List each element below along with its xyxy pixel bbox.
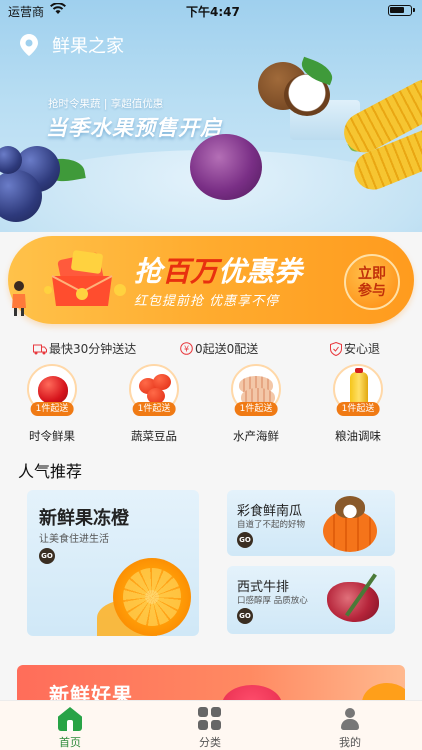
hero-banner[interactable]: 运营商 下午4:47 鲜果之家 抢时令果蔬 | 享超值优惠 当季水果预售开启	[0, 0, 422, 232]
shield-check-icon	[330, 341, 342, 356]
join-button[interactable]: 立即 参与	[344, 254, 400, 310]
hero-subtitle: 抢时令果蔬 | 享超值优惠	[48, 98, 164, 110]
coupon-title: 抢百万优惠券	[134, 255, 303, 288]
category-label: 水产海鲜	[233, 429, 279, 443]
min-order-badge: 1件起送	[30, 402, 74, 416]
svg-text:¥: ¥	[184, 345, 189, 354]
card-subtitle: 让美食住进生活	[39, 534, 109, 545]
dog-icon	[335, 496, 365, 518]
min-order-badge: 1件起送	[336, 402, 380, 416]
promo-card-orange[interactable]: 新鲜果冻橙 让美食住进生活 GO	[27, 490, 199, 636]
tab-bar: 首页 分类 我的	[0, 700, 422, 750]
promo-card-steak[interactable]: 西式牛排 口感醇厚 品质放心 GO	[227, 566, 395, 634]
location-name: 鲜果之家	[52, 36, 124, 57]
category-grain-oil[interactable]: 1件起送 粮油调味	[318, 364, 398, 444]
feature-safe-refund: 安心退	[330, 340, 380, 357]
tab-profile[interactable]: 我的	[320, 707, 380, 750]
tab-label: 我的	[339, 736, 361, 749]
oil-bottle-icon	[350, 368, 368, 406]
feature-free-delivery: ¥ 0起送0配送	[180, 340, 258, 357]
join-button-line2: 参与	[358, 283, 386, 299]
yuan-icon: ¥	[180, 342, 193, 355]
grid-icon	[198, 707, 222, 731]
fresh-fruit-banner[interactable]: 新鲜好果	[17, 665, 405, 705]
card-subtitle: 口感醇厚 品质放心	[237, 596, 308, 606]
category-fruit[interactable]: 1件起送 时令鲜果	[12, 364, 92, 444]
category-label: 粮油调味	[335, 429, 381, 443]
tab-label: 首页	[59, 736, 81, 749]
home-icon	[58, 707, 82, 731]
orange-slice-icon	[113, 558, 191, 636]
clock: 下午4:47	[186, 5, 240, 19]
tab-label: 分类	[199, 736, 221, 749]
category-label: 时令鲜果	[29, 429, 75, 443]
category-seafood[interactable]: 1件起送 水产海鲜	[216, 364, 296, 444]
join-button-line1: 立即	[358, 266, 386, 282]
coupon-banner[interactable]: 抢百万优惠券 红包提前抢 优惠享不停 立即 参与	[8, 236, 414, 324]
coupon-title-highlight: 百万	[162, 255, 219, 288]
card-title: 新鲜果冻橙	[39, 508, 129, 529]
location-selector[interactable]: 鲜果之家	[20, 32, 124, 58]
cabbage-icon	[190, 134, 262, 200]
promo-card-pumpkin[interactable]: 彩食鲜南瓜 自道了不起的好物 GO	[227, 490, 395, 556]
card-subtitle: 自道了不起的好物	[237, 520, 306, 530]
carrier-label: 运营商	[8, 5, 45, 19]
red-envelope-icon	[44, 250, 126, 306]
category-label: 蔬菜豆品	[131, 429, 177, 443]
user-icon	[338, 707, 362, 731]
go-button[interactable]: GO	[237, 608, 253, 624]
tab-home[interactable]: 首页	[40, 707, 100, 750]
battery-icon	[388, 5, 415, 16]
person-icon	[12, 281, 26, 316]
popular-section-title: 人气推荐	[18, 462, 83, 481]
tab-category[interactable]: 分类	[180, 707, 240, 750]
apple-icon	[38, 376, 68, 404]
location-pin-icon	[20, 34, 38, 56]
wifi-icon	[50, 2, 66, 18]
feature-fast-delivery: 最快30分钟送达	[33, 340, 136, 357]
min-order-badge: 1件起送	[234, 402, 278, 416]
hero-title: 当季水果预售开启	[46, 116, 222, 140]
min-order-badge: 1件起送	[132, 402, 176, 416]
go-button[interactable]: GO	[39, 548, 55, 564]
go-button[interactable]: GO	[237, 532, 253, 548]
coupon-subtitle: 红包提前抢 优惠享不停	[134, 294, 280, 309]
feature-label: 安心退	[344, 342, 381, 356]
card-title: 西式牛排	[237, 580, 290, 595]
service-features: 最快30分钟送达 ¥ 0起送0配送 安心退	[0, 338, 422, 358]
delivery-truck-icon	[33, 344, 47, 354]
card-title: 彩食鲜南瓜	[237, 504, 303, 519]
feature-label: 0起送0配送	[195, 342, 259, 356]
feature-label: 最快30分钟送达	[49, 342, 137, 356]
category-vegetables[interactable]: 1件起送 蔬菜豆品	[114, 364, 194, 444]
status-bar: 运营商 下午4:47	[0, 0, 422, 22]
